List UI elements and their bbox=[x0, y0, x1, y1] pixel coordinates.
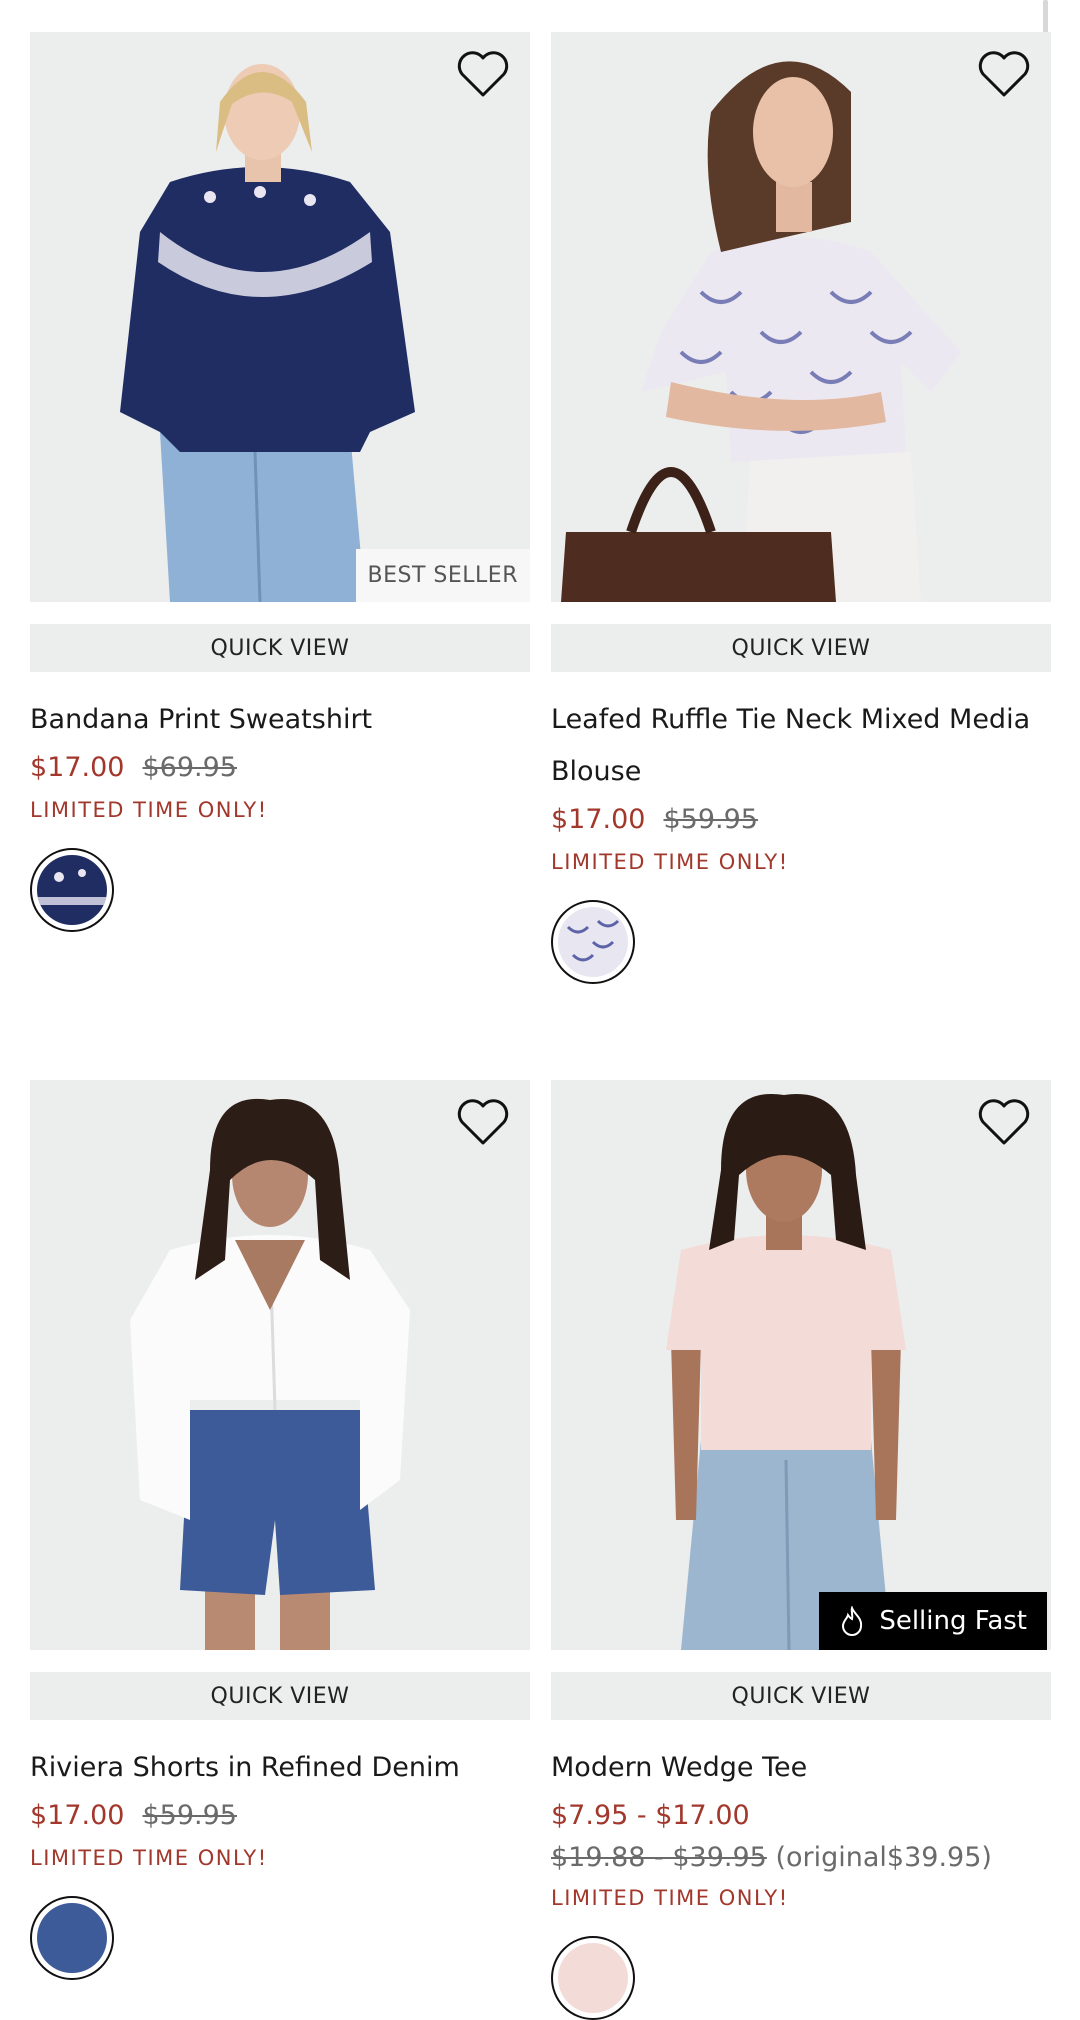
price-row: $17.00 $69.95 bbox=[30, 746, 530, 790]
flame-icon bbox=[842, 1606, 863, 1636]
original-price: $59.95 bbox=[142, 1800, 237, 1831]
original-price-row: $19.88 - $39.95 (original$39.95) bbox=[551, 1838, 1051, 1878]
wishlist-heart-icon[interactable] bbox=[456, 50, 510, 98]
product-name[interactable]: Leafed Ruffle Tie Neck Mixed Media Blous… bbox=[551, 694, 1051, 798]
product-photo bbox=[551, 32, 1051, 602]
product-card-bandana-sweatshirt[interactable]: BEST SELLER QUICK VIEW Bandana Print Swe… bbox=[30, 32, 530, 932]
wishlist-heart-icon[interactable] bbox=[456, 1098, 510, 1146]
sale-price-range: $7.95 - $17.00 bbox=[551, 1800, 750, 1831]
wishlist-heart-icon[interactable] bbox=[977, 50, 1031, 98]
product-card-modern-wedge-tee[interactable]: Selling Fast QUICK VIEW Modern Wedge Tee… bbox=[551, 1080, 1051, 2020]
quick-view-button[interactable]: QUICK VIEW bbox=[551, 624, 1051, 672]
price-row: $17.00 $59.95 bbox=[30, 1794, 530, 1838]
swatch-fill bbox=[37, 1903, 107, 1973]
original-price: $69.95 bbox=[142, 752, 237, 783]
promo-text: LIMITED TIME ONLY! bbox=[30, 1846, 268, 1870]
product-name[interactable]: Bandana Print Sweatshirt bbox=[30, 694, 530, 746]
product-card-ruffle-blouse[interactable]: QUICK VIEW Leafed Ruffle Tie Neck Mixed … bbox=[551, 32, 1051, 984]
quick-view-button[interactable]: QUICK VIEW bbox=[551, 1672, 1051, 1720]
product-image[interactable]: Selling Fast bbox=[551, 1080, 1051, 1650]
sale-price: $17.00 bbox=[30, 1800, 125, 1831]
best-seller-badge: BEST SELLER bbox=[355, 549, 530, 602]
promo-text: LIMITED TIME ONLY! bbox=[551, 1886, 789, 1910]
wishlist-heart-icon[interactable] bbox=[977, 1098, 1031, 1146]
product-name[interactable]: Modern Wedge Tee bbox=[551, 1742, 1051, 1794]
swatch-fill bbox=[558, 1943, 628, 2013]
price-row: $17.00 $59.95 bbox=[551, 798, 1051, 842]
quick-view-button[interactable]: QUICK VIEW bbox=[30, 624, 530, 672]
sale-price: $17.00 bbox=[30, 752, 125, 783]
product-image[interactable] bbox=[551, 32, 1051, 602]
price-row: $7.95 - $17.00 bbox=[551, 1794, 1051, 1838]
color-swatch[interactable] bbox=[30, 1896, 114, 1980]
product-name[interactable]: Riviera Shorts in Refined Denim bbox=[30, 1742, 530, 1794]
original-price-range: $19.88 - $39.95 bbox=[551, 1842, 767, 1873]
color-swatch[interactable] bbox=[551, 1936, 635, 2020]
quick-view-button[interactable]: QUICK VIEW bbox=[30, 1672, 530, 1720]
swatch-fill bbox=[558, 907, 628, 977]
selling-fast-label: Selling Fast bbox=[879, 1606, 1027, 1636]
product-photo bbox=[30, 1080, 530, 1650]
original-price: $59.95 bbox=[663, 804, 758, 835]
product-card-riviera-shorts[interactable]: QUICK VIEW Riviera Shorts in Refined Den… bbox=[30, 1080, 530, 1980]
product-image[interactable]: BEST SELLER bbox=[30, 32, 530, 602]
color-swatch[interactable] bbox=[30, 848, 114, 932]
product-image[interactable] bbox=[30, 1080, 530, 1650]
promo-text: LIMITED TIME ONLY! bbox=[551, 850, 789, 874]
promo-text: LIMITED TIME ONLY! bbox=[30, 798, 268, 822]
sale-price: $17.00 bbox=[551, 804, 646, 835]
product-photo bbox=[30, 32, 530, 602]
product-photo bbox=[551, 1080, 1051, 1650]
color-swatch[interactable] bbox=[551, 900, 635, 984]
selling-fast-badge: Selling Fast bbox=[819, 1592, 1047, 1650]
swatch-fill bbox=[37, 855, 107, 925]
original-price-note: (original$39.95) bbox=[775, 1842, 992, 1873]
